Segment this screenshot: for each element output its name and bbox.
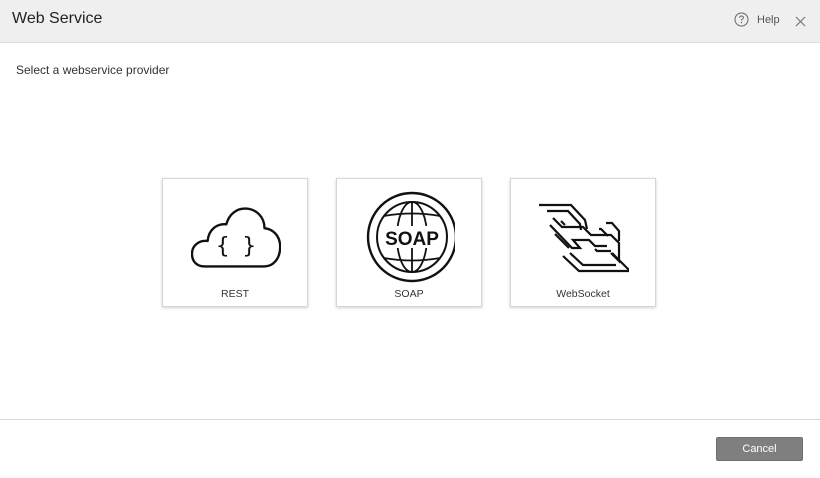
close-button[interactable] [795, 14, 806, 27]
provider-label-soap: SOAP [394, 288, 424, 300]
provider-label-rest: REST [220, 288, 249, 300]
provider-label-websocket: WebSocket [556, 288, 610, 300]
cancel-button[interactable]: Cancel [716, 437, 803, 461]
help-label: Help [757, 13, 780, 26]
soap-globe-icon: SOAP [365, 191, 458, 283]
cloud-braces-icon: { } [190, 191, 282, 283]
help-button[interactable]: Help [734, 12, 780, 27]
provider-card-rest[interactable]: { } REST [162, 178, 308, 307]
dialog-title: Web Service [12, 10, 103, 27]
provider-card-soap[interactable]: SOAP SOAP [336, 178, 482, 307]
web-service-dialog: Web Service Help Select a webservice pro… [0, 0, 820, 478]
soap-icon-text: SOAP [385, 229, 439, 250]
websocket-icon [539, 191, 633, 283]
dialog-header: Web Service Help [0, 0, 820, 43]
provider-card-websocket[interactable]: WebSocket [510, 178, 656, 307]
footer-divider [0, 419, 820, 420]
close-icon [795, 16, 806, 27]
svg-text:{ }: { } [216, 234, 256, 259]
provider-prompt: Select a webservice provider [16, 63, 170, 77]
question-circle-icon [734, 12, 749, 27]
